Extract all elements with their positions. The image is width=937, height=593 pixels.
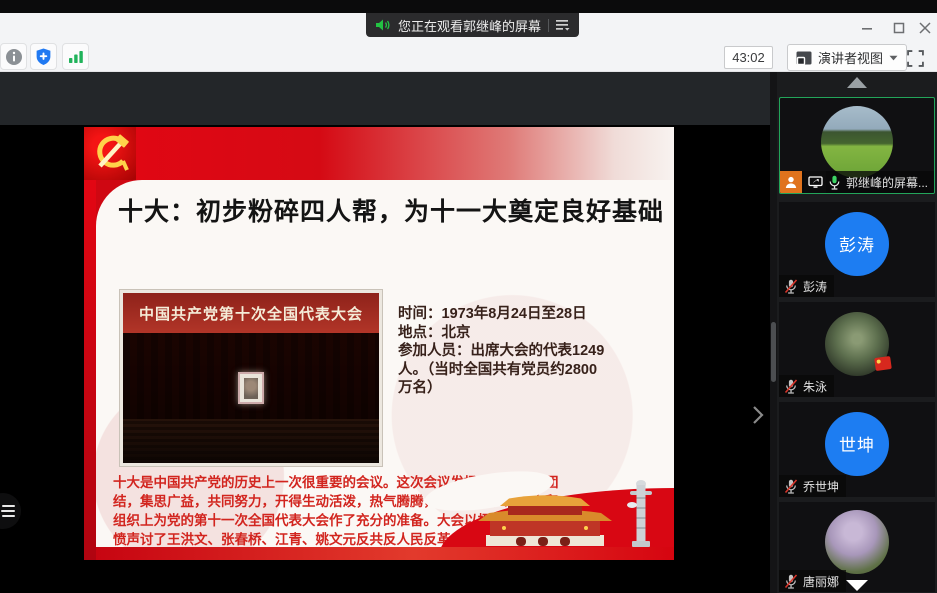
participant-name-bar: 朱泳	[779, 375, 834, 397]
party-emblem-icon	[84, 127, 136, 180]
fullscreen-button[interactable]	[903, 46, 927, 70]
chevron-down-icon	[889, 55, 898, 61]
shield-plus-icon	[35, 48, 52, 66]
security-button[interactable]	[30, 43, 57, 70]
close-button[interactable]	[914, 19, 936, 37]
participants-sidebar: 郭继峰的屏幕... 彭涛 彭涛	[777, 72, 937, 593]
watching-options-menu[interactable]	[556, 19, 570, 31]
avatar	[825, 510, 889, 574]
screen-share-badge	[804, 171, 826, 193]
slide-info-text: 时间：1973年8月24日至28日 地点：北京 参加人员：出席大会的代表1249…	[398, 305, 664, 398]
participant-tiles: 郭继峰的屏幕... 彭涛 彭涛	[777, 97, 937, 592]
meeting-window: 您正在观看郭继峰的屏幕	[0, 0, 937, 593]
mic-on-icon	[826, 174, 842, 190]
window-top-strip	[0, 0, 937, 13]
congress-photo-banner: 中国共产党第十次全国代表大会	[123, 293, 379, 333]
timer-value: 43:02	[732, 50, 765, 65]
participant-name: 彭涛	[803, 278, 827, 295]
meeting-info-button[interactable]	[0, 43, 27, 70]
participant-tile-guojifeng-screen[interactable]: 郭继峰的屏幕...	[779, 97, 935, 194]
chevron-right-icon	[752, 405, 764, 425]
layout-icon	[796, 51, 812, 65]
main-area-scrollbar[interactable]	[770, 72, 777, 593]
shared-screen-gray-band	[0, 72, 770, 125]
info-icon	[5, 48, 23, 66]
participant-name: 郭继峰的屏幕...	[846, 174, 928, 191]
network-quality-button[interactable]	[62, 43, 89, 70]
participant-tile-pengtao[interactable]: 彭涛 彭涛	[779, 202, 935, 297]
avatar-initials: 世坤	[825, 412, 889, 476]
host-badge	[780, 171, 802, 193]
speaker-icon	[375, 18, 391, 32]
participant-name-bar: 郭继峰的屏幕...	[780, 171, 934, 193]
list-menu-icon	[556, 19, 570, 31]
participant-name: 乔世坤	[803, 478, 839, 495]
slide-title: 十大：初步粉碎四人帮，为十一大奠定良好基础	[118, 192, 663, 228]
minimize-icon	[861, 22, 873, 34]
maximize-button[interactable]	[888, 19, 910, 37]
screen-share-icon	[808, 176, 823, 189]
huabiao-column-illustration	[626, 477, 656, 554]
mic-muted-icon	[783, 278, 799, 294]
presentation-slide: 十大：初步粉碎四人帮，为十一大奠定良好基础 中国共产党第十次全国代表大会 时间：…	[84, 127, 674, 560]
slide-content: 十大：初步粉碎四人帮，为十一大奠定良好基础 中国共产党第十次全国代表大会 时间：…	[96, 180, 674, 560]
slide-red-banner	[84, 127, 674, 180]
mic-muted-icon	[783, 478, 799, 494]
person-icon	[784, 175, 798, 189]
avatar	[825, 312, 889, 376]
triangle-down-icon	[845, 579, 869, 592]
close-icon	[919, 22, 931, 34]
avatar	[821, 106, 893, 178]
meeting-timer: 43:02	[724, 46, 773, 69]
participant-name-bar: 乔世坤	[779, 475, 846, 497]
view-mode-button[interactable]: 演讲者视图	[787, 44, 907, 71]
participant-tile-zhuyong[interactable]: 朱泳	[779, 302, 935, 397]
fullscreen-icon	[907, 50, 924, 67]
flag-badge	[874, 356, 892, 371]
triangle-up-icon	[846, 76, 868, 89]
participant-name-bar: 彭涛	[779, 275, 834, 297]
maximize-icon	[893, 22, 905, 34]
tiananmen-illustration	[460, 489, 630, 552]
slide-bottom-band	[96, 547, 674, 560]
avatar-initials: 彭涛	[825, 212, 889, 276]
scroll-up-button[interactable]	[777, 76, 937, 89]
congress-hall-image	[123, 333, 379, 463]
pill-divider	[548, 19, 549, 32]
expand-panel-chevron[interactable]	[747, 402, 769, 428]
watching-banner-text: 您正在观看郭继峰的屏幕	[398, 16, 541, 35]
participant-tile-qiaoshikun[interactable]: 世坤 乔世坤	[779, 402, 935, 497]
shared-screen-area: 十大：初步粉碎四人帮，为十一大奠定良好基础 中国共产党第十次全国代表大会 时间：…	[0, 72, 777, 593]
signal-bars-icon	[68, 50, 84, 64]
scrollbar-thumb[interactable]	[771, 322, 776, 382]
minimize-button[interactable]	[856, 19, 878, 37]
congress-hall-floor	[123, 419, 379, 463]
portrait-image	[238, 372, 264, 404]
mic-muted-icon	[783, 378, 799, 394]
view-mode-label: 演讲者视图	[818, 48, 883, 67]
slide-left-stripe	[84, 180, 96, 560]
watching-banner: 您正在观看郭继峰的屏幕	[366, 13, 579, 37]
participant-name: 朱泳	[803, 378, 827, 395]
scroll-down-button[interactable]	[777, 579, 937, 592]
congress-photo: 中国共产党第十次全国代表大会	[120, 290, 382, 466]
